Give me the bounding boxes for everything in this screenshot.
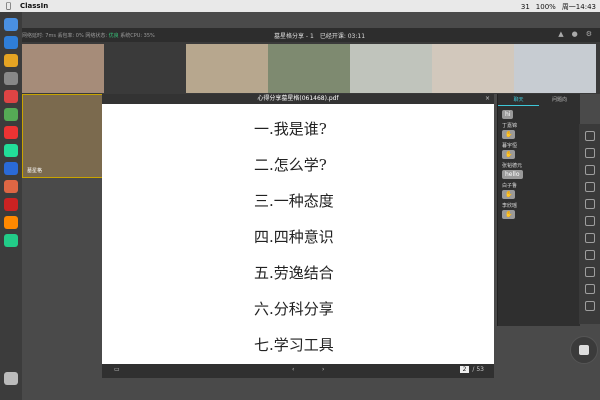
network-status: 优良 bbox=[108, 33, 119, 39]
chat-message: hi bbox=[502, 109, 576, 119]
notes-icon[interactable] bbox=[4, 54, 18, 67]
pointer-tool-icon[interactable] bbox=[584, 148, 595, 158]
video-strip bbox=[22, 42, 600, 94]
video-tile[interactable] bbox=[350, 44, 432, 93]
text-tool-icon[interactable] bbox=[584, 182, 595, 192]
calendar-icon[interactable] bbox=[4, 90, 18, 103]
outline-line: 五.劳逸结合 bbox=[254, 264, 334, 282]
word-icon[interactable] bbox=[4, 162, 18, 175]
network-stats: 网络延时: 7ms 丢包率: 0% 网络状态: 优良 系统CPU: 35% bbox=[22, 32, 155, 39]
video-tile[interactable] bbox=[186, 44, 268, 93]
wechat-icon[interactable] bbox=[4, 234, 18, 247]
mac-dock bbox=[0, 12, 22, 400]
video-tile[interactable] bbox=[514, 44, 596, 93]
outline-line: 三.一种态度 bbox=[254, 192, 334, 210]
messages-icon[interactable] bbox=[4, 108, 18, 121]
next-page-icon[interactable]: › bbox=[322, 366, 324, 373]
hand-emoji-icon: ✋ bbox=[502, 150, 516, 159]
chat-panel: 聊天 问题向 hi 丁嘉锦 ✋ 暮宇恒 ✋ 张韬德元 hello 白子鲁 ✋ 李欣瑶 ✋ bbox=[497, 94, 580, 326]
wechat-count[interactable]: 31 bbox=[521, 3, 530, 11]
self-name: 墓星格 bbox=[27, 168, 43, 174]
camera-icon[interactable]: ● bbox=[572, 30, 578, 38]
chat-message: 丁嘉锦 ✋ bbox=[502, 123, 518, 139]
outline-line: 四.四种意识 bbox=[254, 228, 334, 246]
safari-icon[interactable] bbox=[4, 36, 18, 49]
network-status-label: 网络状态: bbox=[85, 33, 108, 39]
outline-line: 二.怎么学? bbox=[254, 156, 327, 174]
chart-tool-icon[interactable] bbox=[584, 250, 595, 260]
clock[interactable]: 周一14:43 bbox=[562, 2, 596, 12]
battery-indicator[interactable]: 100% bbox=[536, 3, 556, 11]
hand-emoji-icon: ✋ bbox=[502, 190, 516, 199]
video-tile[interactable] bbox=[22, 44, 104, 93]
outline-line: 一.我是谁? bbox=[254, 120, 327, 138]
hand-emoji-icon: ✋ bbox=[502, 130, 516, 139]
chat-message: 张韬德元 hello bbox=[502, 163, 523, 179]
page-indicator: 2 / 53 bbox=[459, 366, 484, 373]
loss-rate: 丢包率: 0% bbox=[57, 33, 84, 39]
hand-emoji-icon: ✋ bbox=[502, 210, 516, 219]
class-title: 墓星格分享 - 1 bbox=[274, 33, 314, 40]
scissors-tool-icon[interactable] bbox=[584, 199, 595, 209]
chat-tabs: 聊天 问题向 bbox=[498, 94, 580, 106]
chat-message: 李欣瑶 ✋ bbox=[502, 203, 518, 219]
prev-page-icon[interactable]: ‹ bbox=[292, 366, 294, 373]
document-title-bar: 心得分享墓星格(061468).pdf × bbox=[102, 94, 494, 104]
class-info: 墓星格分享 - 1 已经开课: 03:11 bbox=[274, 31, 365, 40]
thumbnail-icon[interactable]: ▭ bbox=[114, 366, 120, 373]
excel-icon[interactable] bbox=[4, 144, 18, 157]
cloud-tool-icon[interactable] bbox=[584, 284, 595, 294]
hand-icon bbox=[579, 345, 589, 355]
notification-icon[interactable]: ▲ bbox=[558, 30, 563, 38]
chat-message: 暮宇恒 ✋ bbox=[502, 143, 518, 159]
board-tool-icon[interactable] bbox=[584, 267, 595, 277]
toolbox-icon[interactable] bbox=[584, 301, 595, 311]
outline-line: 六.分科分享 bbox=[254, 300, 334, 318]
music-icon[interactable] bbox=[4, 126, 18, 139]
page-total: / 53 bbox=[472, 366, 484, 373]
class-timer: 已经开课: 03:11 bbox=[319, 33, 366, 40]
settings-icon[interactable]: ⚙ bbox=[586, 30, 592, 38]
app-icon[interactable] bbox=[4, 72, 18, 85]
pen-tool-icon[interactable] bbox=[584, 165, 595, 175]
app-name[interactable]: ClassIn bbox=[20, 2, 48, 10]
trash-icon[interactable] bbox=[4, 372, 18, 385]
chat-message: 白子鲁 ✋ bbox=[502, 183, 518, 199]
tab-questions[interactable]: 问题向 bbox=[539, 94, 580, 106]
document-content: 一.我是谁? 二.怎么学? 三.一种态度 四.四种意识 五.劳逸结合 六.分科分… bbox=[254, 118, 334, 370]
document-toolbar: ▭ ‹ › 2 / 53 bbox=[102, 364, 494, 378]
pdf-icon[interactable] bbox=[4, 198, 18, 211]
shape-tool-icon[interactable] bbox=[584, 233, 595, 243]
select-tool-icon[interactable] bbox=[584, 131, 595, 141]
network-delay: 网络延时: 7ms bbox=[22, 33, 56, 39]
trash-tool-icon[interactable] bbox=[584, 216, 595, 226]
tab-chat[interactable]: 聊天 bbox=[498, 94, 539, 106]
finder-icon[interactable] bbox=[4, 18, 18, 31]
apple-icon[interactable]:  bbox=[6, 1, 11, 10]
mac-menubar:  ClassIn 31 100% 周一14:43 bbox=[0, 0, 600, 12]
firefox-icon[interactable] bbox=[4, 216, 18, 229]
video-tile[interactable] bbox=[268, 44, 350, 93]
topbar-icons: ▲ ● ⚙ bbox=[558, 30, 592, 38]
raise-hand-button[interactable] bbox=[570, 336, 598, 364]
class-status-bar: 网络延时: 7ms 丢包率: 0% 网络状态: 优良 系统CPU: 35% 墓星… bbox=[22, 28, 600, 42]
video-tile[interactable] bbox=[432, 44, 514, 93]
document-title: 心得分享墓星格(061468).pdf bbox=[257, 95, 339, 102]
powerpoint-icon[interactable] bbox=[4, 180, 18, 193]
whiteboard-toolbar bbox=[579, 124, 600, 324]
cpu-usage: 系统CPU: 35% bbox=[120, 33, 155, 39]
menubar-status: 31 100% 周一14:43 bbox=[521, 2, 596, 12]
close-icon[interactable]: × bbox=[485, 94, 490, 104]
page-current[interactable]: 2 bbox=[459, 366, 470, 373]
